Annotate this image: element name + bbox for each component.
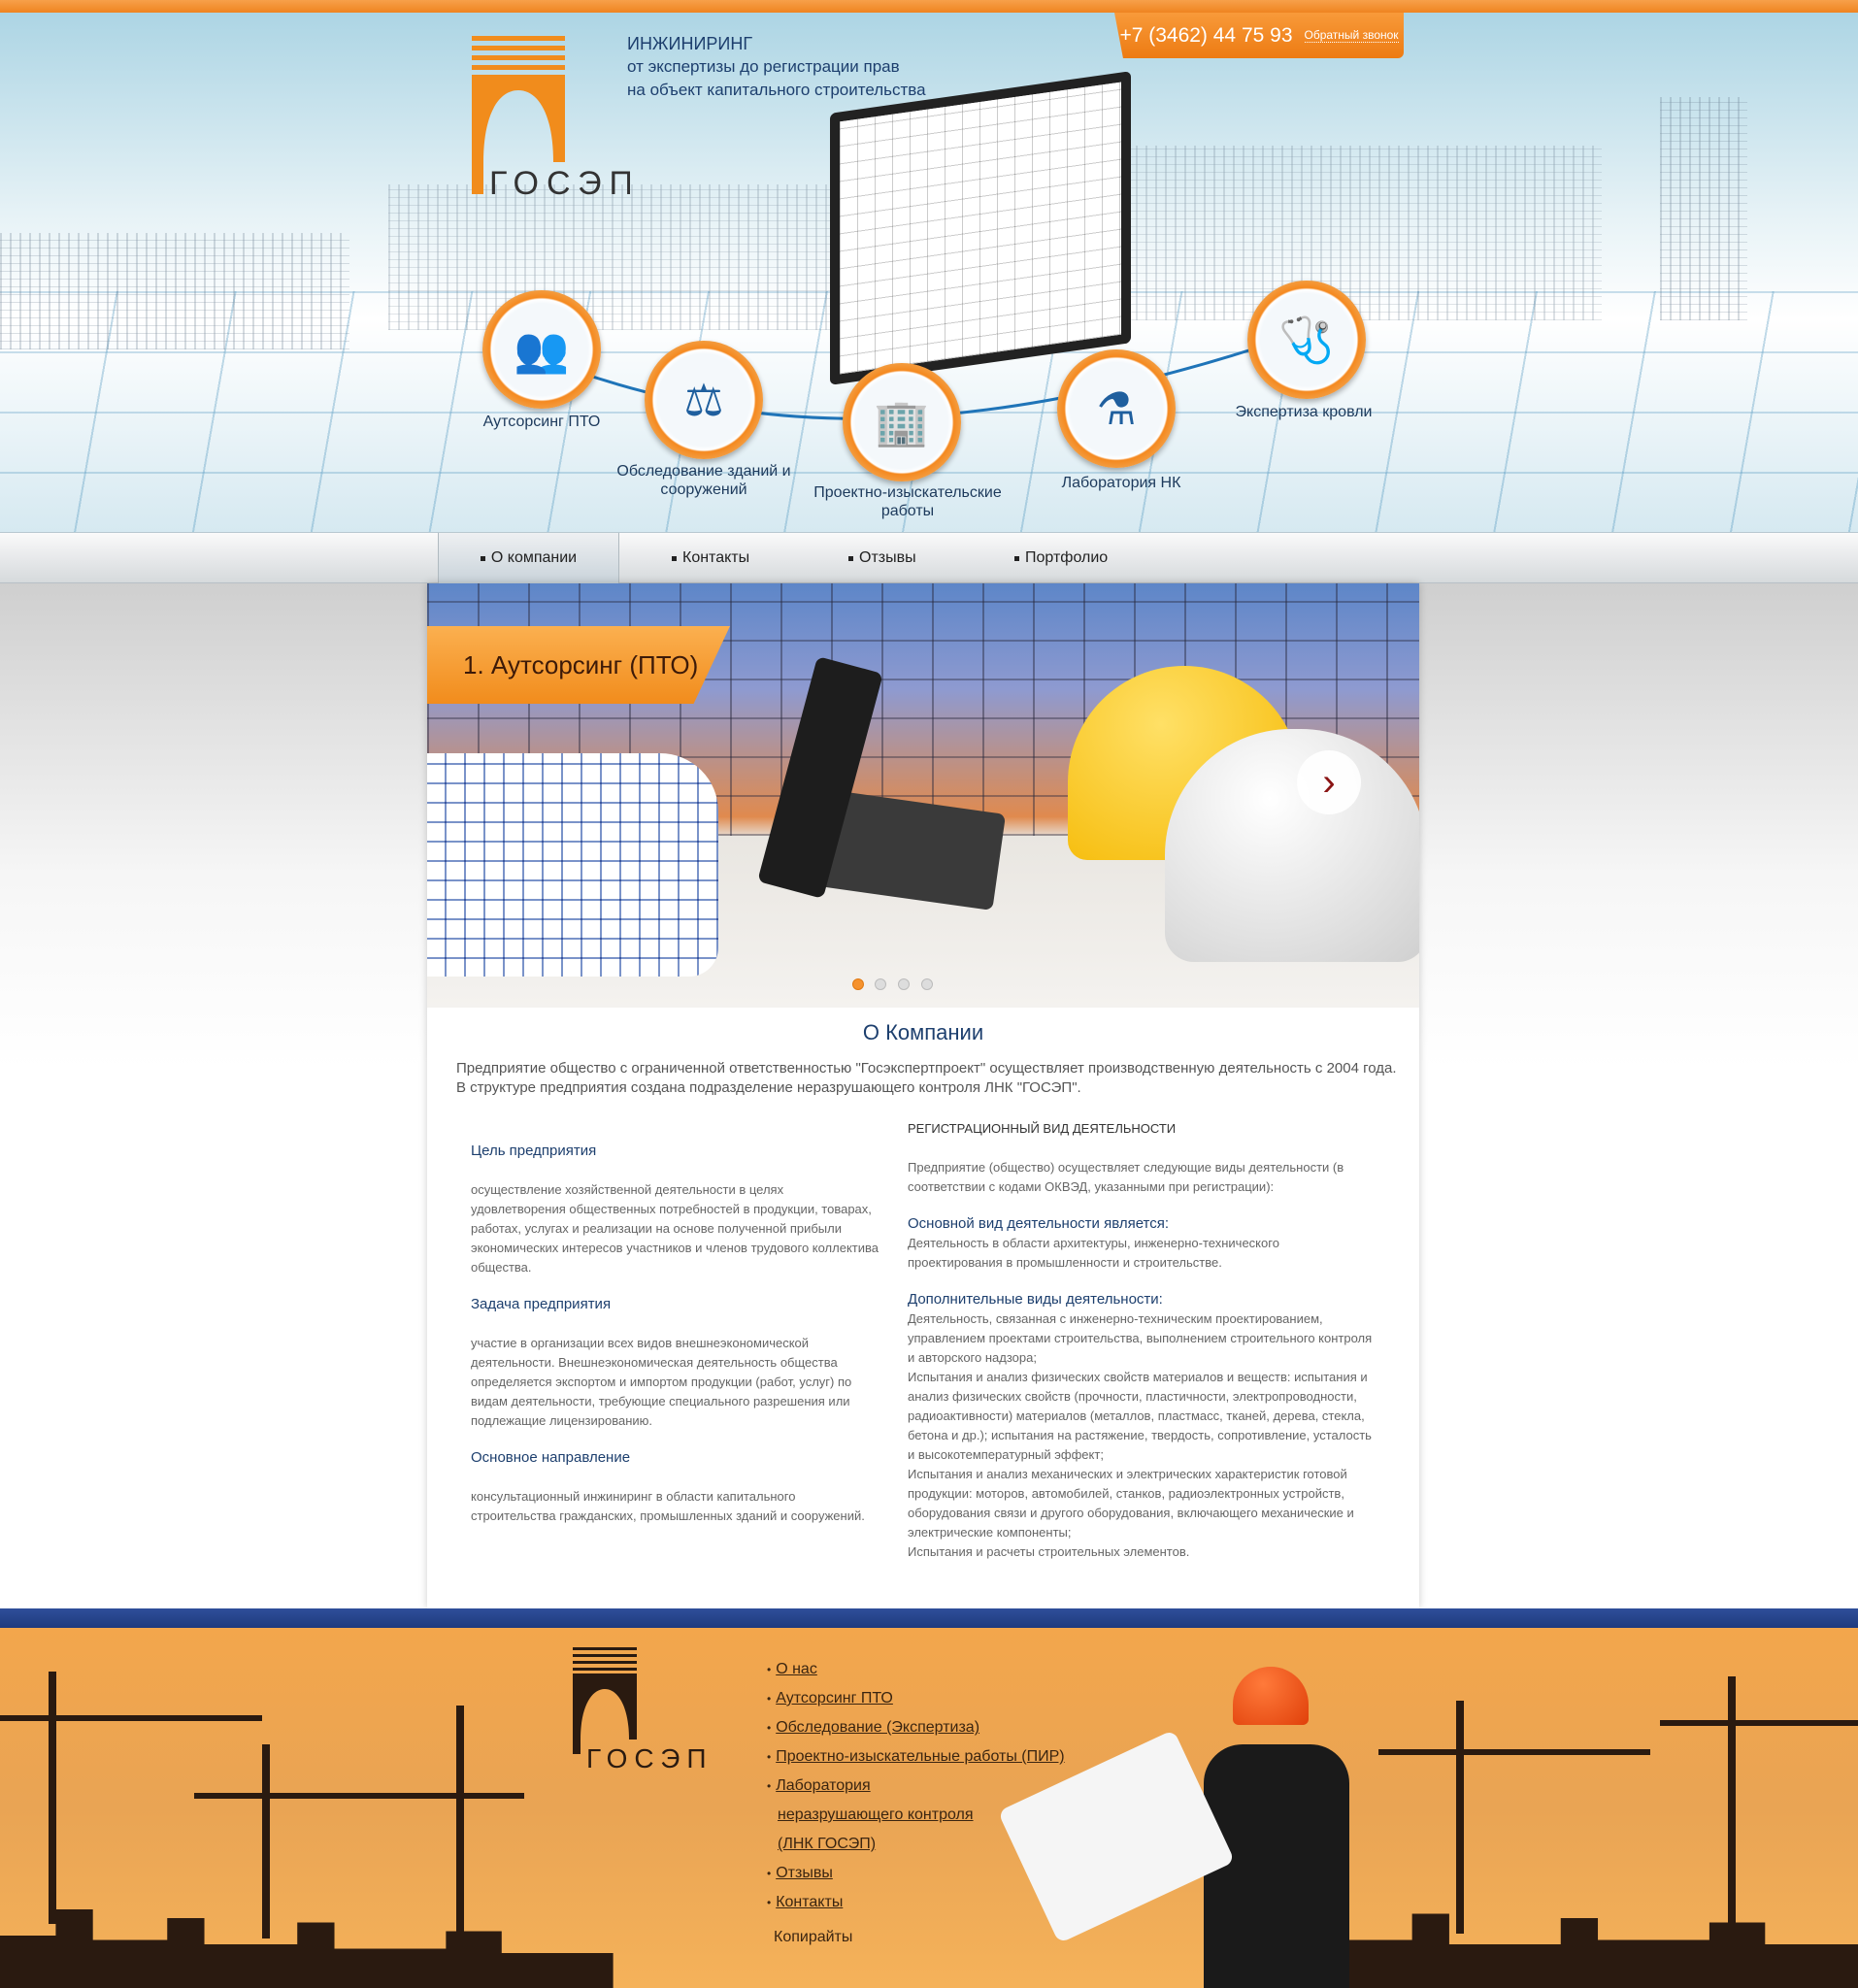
header: ГОСЭП ИНЖИНИРИНГ от экспертизы до регист…	[0, 0, 1858, 532]
chevron-right-icon: ›	[1322, 760, 1336, 804]
service-label[interactable]: Проектно-изыскательские работы	[796, 483, 1019, 520]
bullet-icon	[848, 555, 853, 561]
footer-link-about[interactable]: О нас	[776, 1661, 817, 1677]
service-label[interactable]: Лаборатория НК	[1010, 474, 1233, 492]
bullet-icon: •	[767, 1663, 772, 1676]
slider-dot-4[interactable]	[921, 978, 933, 990]
crane-silhouette	[456, 1706, 464, 1938]
slide-title: 1. Аутсорсинг (ПТО)	[463, 649, 699, 679]
footer-link-inspection[interactable]: Обследование (Экспертиза)	[776, 1719, 979, 1736]
intro-line: Предприятие общество с ограниченной отве…	[456, 1060, 1397, 1077]
engineer-suit	[1204, 1744, 1349, 1988]
bullet-icon: •	[767, 1867, 772, 1880]
bullet-icon: •	[767, 1896, 772, 1909]
footer: ГОСЭП • О нас • Аутсорсинг ПТО • Обследован…	[0, 1628, 1858, 1988]
extra-activity-heading: Дополнительные виды деятельности:	[908, 1291, 1163, 1308]
slider-dot-1[interactable]	[852, 978, 864, 990]
nav-item-portfolio[interactable]: Портфолио	[1014, 533, 1108, 583]
crane-silhouette	[1456, 1701, 1464, 1934]
section-text: консультационный инжиниринг в области ка…	[471, 1489, 865, 1523]
bullet-icon	[672, 555, 677, 561]
white-helmet-image	[1165, 729, 1419, 962]
footer-gosep-logo[interactable]: ГОСЭП	[571, 1647, 726, 1769]
service-label[interactable]: Экспертиза кровли	[1192, 403, 1415, 421]
nav-label: Портфолио	[1025, 549, 1109, 566]
extra-activity-item: Испытания и анализ физических свойств ма…	[908, 1370, 1372, 1462]
slider-dot-2[interactable]	[875, 978, 886, 990]
section-heading: Основное направление	[471, 1449, 631, 1466]
service-outsourcing-button[interactable]: 👥	[482, 290, 601, 409]
extra-activity-item: Испытания и анализ механических и электр…	[908, 1467, 1354, 1540]
footer-link-reviews[interactable]: Отзывы	[776, 1865, 833, 1881]
lab-flask-icon: ⚗	[1096, 383, 1137, 434]
bullet-icon	[1014, 555, 1019, 561]
nav-item-about[interactable]: О компании	[438, 533, 619, 583]
bullet-icon	[480, 555, 485, 561]
svg-text:ГОСЭП: ГОСЭП	[586, 1743, 713, 1769]
content-panel: 1. Аутсорсинг (ПТО) › О Компании Предпри…	[427, 583, 1419, 1608]
section-heading: Задача предприятия	[471, 1296, 612, 1312]
stethoscope-icon: 🩺	[1278, 314, 1335, 365]
service-roof-button[interactable]: 🩺	[1247, 281, 1366, 399]
monitor-image	[830, 71, 1131, 385]
registration-intro: Предприятие (общество) осуществляет след…	[908, 1160, 1344, 1194]
crane-silhouette	[262, 1744, 270, 1938]
slide-title-ribbon: 1. Аутсорсинг (ПТО)	[427, 626, 730, 704]
crane-silhouette	[1660, 1720, 1858, 1726]
crane-silhouette	[1728, 1676, 1736, 1938]
main-activity-heading: Основной вид деятельности является:	[908, 1215, 1170, 1232]
extra-activity-item: Испытания и расчеты строительных элемент…	[908, 1544, 1190, 1559]
footer-link-contacts[interactable]: Контакты	[776, 1894, 843, 1910]
copyright: Копирайты	[774, 1929, 853, 1945]
slider-next-button[interactable]: ›	[1297, 750, 1361, 814]
bullet-icon: •	[767, 1750, 772, 1764]
footer-divider-band	[0, 1608, 1858, 1628]
service-lab-button[interactable]: ⚗	[1057, 349, 1176, 468]
about-title: О Компании	[862, 1020, 984, 1044]
service-label[interactable]: Аутсорсинг ПТО	[430, 413, 653, 431]
section-heading: Цель предприятия	[471, 1143, 597, 1159]
footer-link-item: • Лаборатория неразрушающего контроля (ЛН…	[767, 1772, 1000, 1859]
blueprint-drawing	[840, 82, 1121, 375]
monitor-screen	[830, 71, 1131, 385]
main-nav: О компании Контакты Отзывы Портфолио	[0, 532, 1858, 583]
nav-item-contacts[interactable]: Контакты	[672, 533, 749, 583]
image-slider: 1. Аутсорсинг (ПТО) ›	[427, 583, 1419, 1008]
crane-silhouette	[1378, 1749, 1650, 1755]
section-text: участие в организации всех видов внешнеэ…	[471, 1336, 852, 1428]
registration-heading: РЕГИСТРАЦИОННЫЙ ВИД ДЕЯТЕЛЬНОСТИ	[908, 1121, 1177, 1136]
left-column: Цель предприятия осуществление хозяйстве…	[471, 1142, 879, 1526]
business-people-icon: 👥	[514, 323, 570, 375]
engineer-image	[997, 1647, 1369, 1988]
section-text: осуществление хозяйственной деятельности…	[471, 1182, 879, 1275]
blueprint-roll	[997, 1729, 1236, 1944]
orange-helmet	[1233, 1667, 1309, 1725]
crane-silhouette	[49, 1672, 56, 1924]
main-activity-text: Деятельность в области архитектуры, инже…	[908, 1236, 1279, 1270]
bullet-icon: •	[767, 1779, 772, 1793]
bullet-icon: •	[767, 1692, 772, 1706]
bullet-icon: •	[767, 1721, 772, 1735]
about-intro: Предприятие общество с ограниченной отве…	[456, 1059, 1398, 1098]
nav-label: Отзывы	[859, 549, 916, 566]
service-inspection-button[interactable]: ⚖	[645, 341, 763, 459]
shirt-sleeve-image	[427, 753, 718, 977]
service-label[interactable]: Обследование зданий и сооружений	[592, 462, 815, 499]
extra-activity-item: Деятельность, связанная с инженерно-техн…	[908, 1311, 1373, 1365]
nav-label: О компании	[490, 549, 578, 566]
crane-silhouette	[0, 1715, 262, 1721]
service-design-button[interactable]: 🏢	[843, 363, 961, 481]
slider-dot-3[interactable]	[898, 978, 910, 990]
building-icon: 🏢	[874, 396, 930, 447]
footer-link-lab[interactable]: Лаборатория неразрушающего контроля (ЛНК…	[776, 1777, 973, 1852]
footer-link-outsourcing[interactable]: Аутсорсинг ПТО	[776, 1690, 893, 1706]
nav-label: Контакты	[682, 549, 750, 566]
nav-item-reviews[interactable]: Отзывы	[848, 533, 916, 583]
intro-line: В структуре предприятия создана подразде…	[456, 1079, 1081, 1096]
scales-icon: ⚖	[683, 375, 724, 425]
crane-silhouette	[194, 1793, 524, 1799]
right-column: РЕГИСТРАЦИОННЫЙ ВИД ДЕЯТЕЛЬНОСТИ Предпри…	[908, 1119, 1374, 1562]
